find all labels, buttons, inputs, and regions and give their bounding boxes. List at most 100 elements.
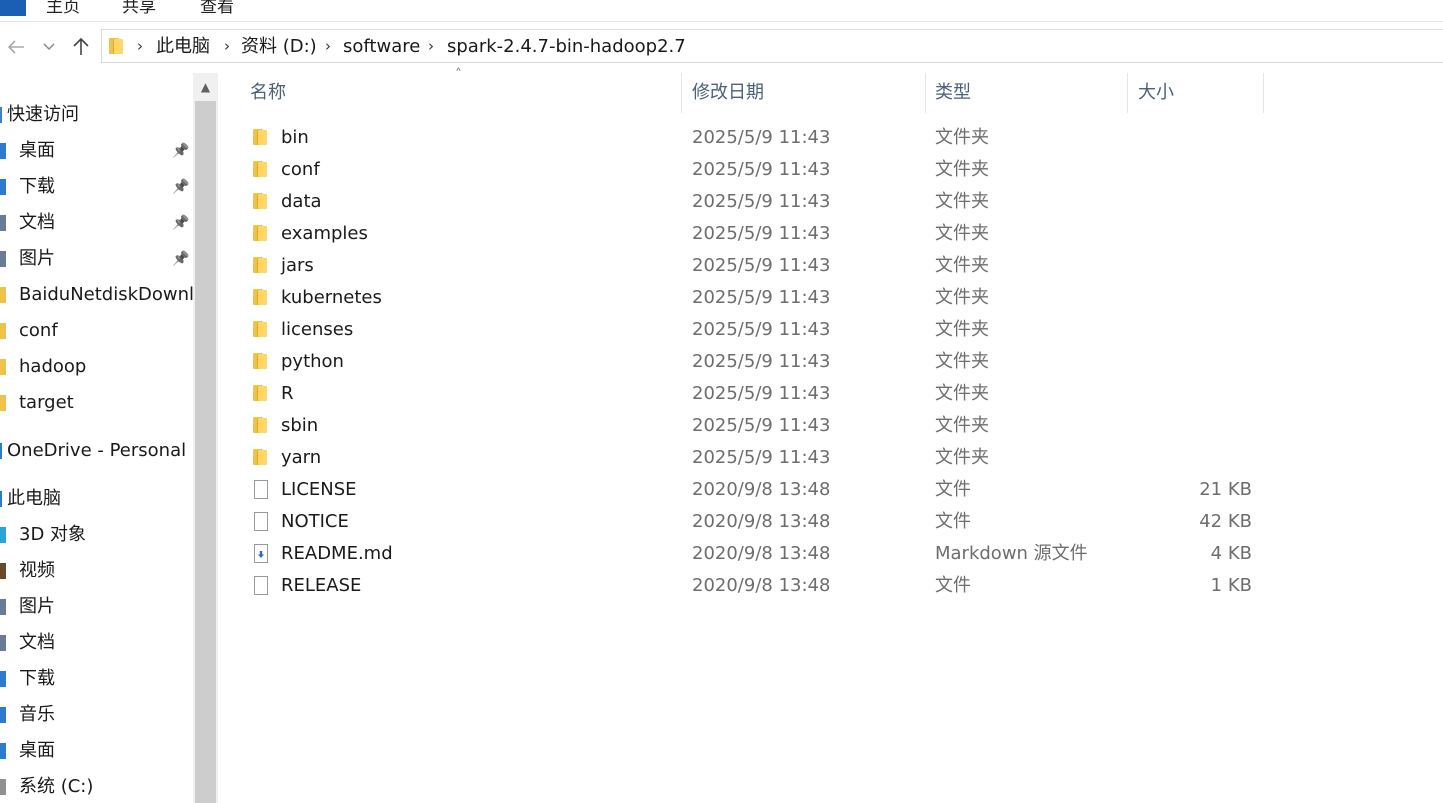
file-type: 文件: [935, 575, 971, 596]
sidebar-item-label: 下载: [19, 668, 55, 689]
document-icon: [0, 215, 6, 231]
sort-ascending-icon: ˄: [455, 67, 462, 83]
sidebar-item-label: conf: [19, 320, 58, 341]
tab-view[interactable]: 查看: [200, 0, 234, 17]
column-header-type[interactable]: 类型: [935, 73, 971, 113]
file-name: yarn: [281, 447, 322, 468]
sidebar-item[interactable]: 图片: [0, 592, 193, 622]
sidebar-item[interactable]: hadoop: [0, 352, 193, 382]
column-divider[interactable]: [925, 73, 926, 113]
recent-locations-chevron-icon[interactable]: [38, 28, 60, 66]
sidebar-item-label: OneDrive - Personal: [7, 440, 187, 461]
download-icon: [0, 671, 6, 687]
up-arrow-icon[interactable]: [68, 28, 94, 66]
folder-icon: [252, 192, 268, 210]
file-size: 21 KB: [1199, 479, 1252, 500]
pin-icon[interactable]: 📌: [172, 208, 189, 238]
file-row[interactable]: data 2025/5/9 11:43 文件夹: [248, 186, 1263, 218]
sidebar-item-label: 系统 (C:): [19, 776, 94, 797]
chevron-right-icon[interactable]: ›: [137, 30, 143, 64]
file-row[interactable]: licenses 2025/5/9 11:43 文件夹: [248, 314, 1263, 346]
file-row[interactable]: R 2025/5/9 11:43 文件夹: [248, 378, 1263, 410]
folder-icon: [252, 448, 268, 466]
sidebar-item[interactable]: BaiduNetdiskDownlo: [0, 280, 193, 310]
file-type: 文件夹: [935, 191, 989, 212]
sidebar-item[interactable]: 图片 📌: [0, 244, 193, 274]
sidebar-item[interactable]: 系统 (C:): [0, 772, 193, 802]
file-row[interactable]: kubernetes 2025/5/9 11:43 文件夹: [248, 282, 1263, 314]
sidebar-item[interactable]: conf: [0, 316, 193, 346]
sidebar-item[interactable]: 下载: [0, 664, 193, 694]
column-divider[interactable]: [1263, 73, 1264, 113]
sidebar-item[interactable]: 桌面 📌: [0, 136, 193, 166]
sidebar-item[interactable]: 文档 📌: [0, 208, 193, 238]
sidebar-item[interactable]: 下载 📌: [0, 172, 193, 202]
sidebar-item[interactable]: 快速访问: [0, 100, 193, 130]
file-row[interactable]: conf 2025/5/9 11:43 文件夹: [248, 154, 1263, 186]
sidebar-item[interactable]: 3D 对象: [0, 520, 193, 550]
file-date: 2025/5/9 11:43: [692, 287, 831, 308]
column-header-size[interactable]: 大小: [1138, 73, 1174, 113]
file-row[interactable]: RELEASE 2020/9/8 13:48 文件 1 KB: [248, 570, 1263, 602]
file-type: 文件夹: [935, 287, 989, 308]
file-tab[interactable]: [0, 0, 26, 16]
sidebar-item[interactable]: 音乐: [0, 700, 193, 730]
column-divider[interactable]: [1127, 73, 1128, 113]
file-type: Markdown 源文件: [935, 543, 1088, 564]
file-row[interactable]: yarn 2025/5/9 11:43 文件夹: [248, 442, 1263, 474]
file-row[interactable]: jars 2025/5/9 11:43 文件夹: [248, 250, 1263, 282]
file-icon: [254, 576, 268, 595]
pin-icon[interactable]: 📌: [172, 244, 189, 274]
breadcrumb-drive-d[interactable]: 资料 (D:): [241, 30, 317, 64]
folder-icon: [252, 160, 268, 178]
scrollbar-thumb[interactable]: [195, 101, 216, 803]
breadcrumb-this-pc[interactable]: 此电脑: [156, 30, 210, 64]
folder-icon: [0, 323, 6, 339]
breadcrumb-software[interactable]: software: [343, 30, 420, 64]
file-name: licenses: [281, 319, 354, 340]
sidebar-item-label: 桌面: [19, 740, 55, 761]
chevron-right-icon[interactable]: ›: [325, 30, 331, 64]
tab-home[interactable]: 主页: [46, 0, 80, 17]
file-row[interactable]: python 2025/5/9 11:43 文件夹: [248, 346, 1263, 378]
folder-icon: [252, 256, 268, 274]
sidebar-item[interactable]: 文档: [0, 628, 193, 658]
chevron-right-icon[interactable]: ›: [428, 30, 434, 64]
file-type: 文件: [935, 479, 971, 500]
sidebar-scrollbar[interactable]: ▲: [193, 73, 218, 803]
pin-icon[interactable]: 📌: [172, 136, 189, 166]
file-icon: [254, 480, 268, 499]
sidebar-item-label: 图片: [19, 596, 55, 617]
chevron-right-icon[interactable]: ›: [224, 30, 230, 64]
file-name: LICENSE: [281, 479, 357, 500]
sidebar-item[interactable]: 桌面: [0, 736, 193, 766]
sidebar-item-label: 3D 对象: [19, 524, 87, 545]
breadcrumb-spark[interactable]: spark-2.4.7-bin-hadoop2.7: [447, 30, 686, 64]
column-divider[interactable]: [681, 73, 682, 113]
computer-icon: [0, 491, 2, 507]
sidebar-item[interactable]: OneDrive - Personal: [0, 436, 193, 466]
desktop-icon: [0, 143, 6, 159]
file-row[interactable]: bin 2025/5/9 11:43 文件夹: [248, 122, 1263, 154]
tab-share[interactable]: 共享: [122, 0, 156, 17]
file-icon: [254, 512, 268, 531]
file-row[interactable]: examples 2025/5/9 11:43 文件夹: [248, 218, 1263, 250]
music-icon: [0, 707, 6, 723]
pin-icon[interactable]: 📌: [172, 172, 189, 202]
column-header-name[interactable]: 名称: [250, 73, 286, 113]
file-row[interactable]: LICENSE 2020/9/8 13:48 文件 21 KB: [248, 474, 1263, 506]
file-date: 2025/5/9 11:43: [692, 383, 831, 404]
file-date: 2025/5/9 11:43: [692, 127, 831, 148]
sidebar-item[interactable]: 此电脑: [0, 484, 193, 514]
file-row[interactable]: sbin 2025/5/9 11:43 文件夹: [248, 410, 1263, 442]
file-row[interactable]: README.md 2020/9/8 13:48 Markdown 源文件 4 KB: [248, 538, 1263, 570]
column-header-date[interactable]: 修改日期: [692, 73, 764, 113]
file-date: 2020/9/8 13:48: [692, 575, 831, 596]
ribbon: 主页 共享 查看: [0, 0, 1443, 22]
sidebar-item[interactable]: 视频: [0, 556, 193, 586]
file-name: README.md: [281, 543, 393, 564]
file-row[interactable]: NOTICE 2020/9/8 13:48 文件 42 KB: [248, 506, 1263, 538]
scroll-up-arrow-icon[interactable]: ▲: [193, 73, 218, 101]
address-bar[interactable]: › 此电脑 › 资料 (D:) › software › spark-2.4.7…: [101, 29, 1443, 63]
sidebar-item[interactable]: target: [0, 388, 193, 418]
